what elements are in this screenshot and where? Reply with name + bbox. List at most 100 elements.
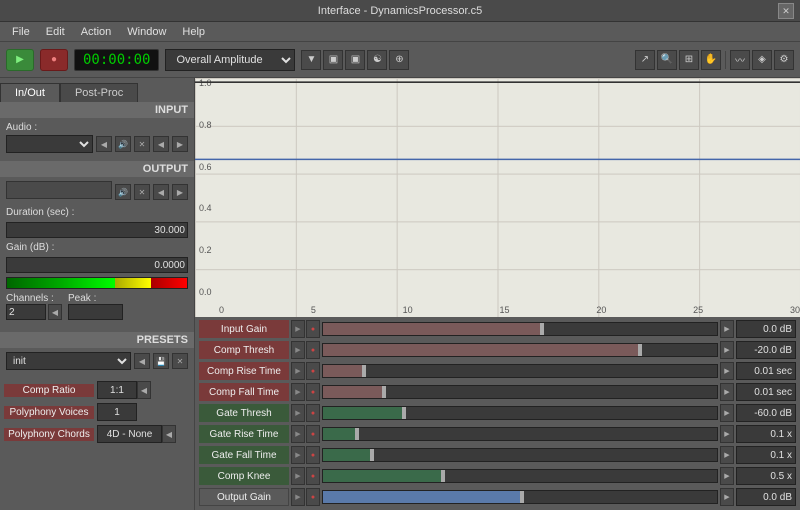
polyphony-voices-input[interactable] <box>97 403 137 421</box>
slider-play-2[interactable]: ▶ <box>291 362 305 380</box>
record-button[interactable]: ● <box>40 49 68 71</box>
slider-dot-7[interactable]: ● <box>306 467 320 485</box>
file-name-input[interactable] <box>6 181 112 199</box>
comp-ratio-input[interactable] <box>97 381 137 399</box>
toolbar-select-icon[interactable]: ↗ <box>635 50 655 70</box>
slider-btns-5: ▶ ● <box>291 425 320 443</box>
preset-down-arrow[interactable]: ◀ <box>134 353 150 369</box>
slider-thumb-2 <box>362 365 366 377</box>
slider-track-6[interactable] <box>322 448 718 462</box>
peak-input[interactable] <box>68 304 123 320</box>
waveform-area: 1.0 0.8 0.6 0.4 0.2 0.0 0 5 10 <box>195 78 800 317</box>
output-play-icon[interactable]: ◀ <box>153 184 169 200</box>
slider-row-5: Gate Rise Time ▶ ● ▶ 0.1 x <box>199 424 796 444</box>
waveform-svg <box>195 78 800 317</box>
preset-save-icon[interactable]: 💾 <box>153 353 169 369</box>
slider-dot-0[interactable]: ● <box>306 320 320 338</box>
audio-mute-icon[interactable]: ✕ <box>134 136 150 152</box>
channels-arrow[interactable]: ◀ <box>48 304 62 320</box>
comp-ratio-arrow[interactable]: ◀ <box>137 381 151 399</box>
toolbar-copy-icon[interactable]: ▣ <box>323 50 343 70</box>
slider-dot-4[interactable]: ● <box>306 404 320 422</box>
output-mute-icon[interactable]: ✕ <box>134 184 150 200</box>
slider-thumb-7 <box>441 470 445 482</box>
slider-right-btn-8[interactable]: ▶ <box>720 488 734 506</box>
menu-file[interactable]: File <box>4 25 38 39</box>
slider-dot-8[interactable]: ● <box>306 488 320 506</box>
slider-play-5[interactable]: ▶ <box>291 425 305 443</box>
slider-fill-3 <box>323 386 382 398</box>
polyphony-chords-input[interactable] <box>97 425 162 443</box>
preset-delete-icon[interactable]: ✕ <box>172 353 188 369</box>
polyphony-chords-arrow[interactable]: ◀ <box>162 425 176 443</box>
amplitude-dropdown[interactable]: Overall Amplitude Peak RMS <box>165 49 295 71</box>
slider-track-2[interactable] <box>322 364 718 378</box>
slider-play-8[interactable]: ▶ <box>291 488 305 506</box>
slider-right-btn-4[interactable]: ▶ <box>720 404 734 422</box>
audio-speaker-icon[interactable]: 🔊 <box>115 136 131 152</box>
toolbar-back-icon[interactable]: ▼ <box>301 50 321 70</box>
menu-edit[interactable]: Edit <box>38 25 73 39</box>
slider-right-btn-3[interactable]: ▶ <box>720 383 734 401</box>
toolbar-zoom2-icon[interactable]: ⊞ <box>679 50 699 70</box>
slider-track-5[interactable] <box>322 427 718 441</box>
slider-play-4[interactable]: ▶ <box>291 404 305 422</box>
slider-dot-2[interactable]: ● <box>306 362 320 380</box>
slider-track-3[interactable] <box>322 385 718 399</box>
menu-window[interactable]: Window <box>119 25 174 39</box>
slider-right-btn-6[interactable]: ▶ <box>720 446 734 464</box>
slider-play-1[interactable]: ▶ <box>291 341 305 359</box>
vu-green <box>7 278 115 288</box>
tab-inout[interactable]: In/Out <box>0 83 60 102</box>
slider-track-8[interactable] <box>322 490 718 504</box>
slider-dot-5[interactable]: ● <box>306 425 320 443</box>
slider-right-btn-7[interactable]: ▶ <box>720 467 734 485</box>
output-stop-icon[interactable]: ▶ <box>172 184 188 200</box>
slider-play-0[interactable]: ▶ <box>291 320 305 338</box>
play-button[interactable]: ▶ <box>6 49 34 71</box>
gain-input[interactable] <box>6 257 188 273</box>
tab-row: In/Out Post-Proc <box>0 78 194 102</box>
menu-action[interactable]: Action <box>73 25 120 39</box>
toolbar-link-icon[interactable]: ☯ <box>367 50 387 70</box>
toolbar-wave-icon[interactable]: 〰 <box>730 50 750 70</box>
slider-dot-6[interactable]: ● <box>306 446 320 464</box>
slider-track-0[interactable] <box>322 322 718 336</box>
slider-right-btn-1[interactable]: ▶ <box>720 341 734 359</box>
toolbar-paste-icon[interactable]: ▣ <box>345 50 365 70</box>
audio-dropdown[interactable] <box>6 135 93 153</box>
slider-track-1[interactable] <box>322 343 718 357</box>
slider-track-4[interactable] <box>322 406 718 420</box>
slider-dot-3[interactable]: ● <box>306 383 320 401</box>
slider-play-7[interactable]: ▶ <box>291 467 305 485</box>
slider-play-6[interactable]: ▶ <box>291 446 305 464</box>
slider-right-btn-2[interactable]: ▶ <box>720 362 734 380</box>
slider-track-7[interactable] <box>322 469 718 483</box>
slider-value-8: 0.0 dB <box>736 488 796 506</box>
duration-row: Duration (sec) : <box>6 207 188 218</box>
toolbar-grid-icon[interactable]: ◈ <box>752 50 772 70</box>
channels-input[interactable] <box>6 304 46 320</box>
duration-input[interactable] <box>6 222 188 238</box>
toolbar-pan-icon[interactable]: ✋ <box>701 50 721 70</box>
toolbar-target-icon[interactable]: ⊕ <box>389 50 409 70</box>
toolbar-zoom-icon[interactable]: 🔍 <box>657 50 677 70</box>
audio-play-icon[interactable]: ◀ <box>153 136 169 152</box>
menu-help[interactable]: Help <box>174 25 213 39</box>
slider-play-3[interactable]: ▶ <box>291 383 305 401</box>
slider-value-0: 0.0 dB <box>736 320 796 338</box>
output-speaker-icon[interactable]: 🔊 <box>115 184 131 200</box>
audio-stop-icon[interactable]: ▶ <box>172 136 188 152</box>
slider-right-btn-5[interactable]: ▶ <box>720 425 734 443</box>
timer-display: 00:00:00 <box>74 49 159 71</box>
toolbar-settings-icon[interactable]: ⚙ <box>774 50 794 70</box>
slider-right-btn-0[interactable]: ▶ <box>720 320 734 338</box>
preset-select[interactable]: init <box>6 352 131 370</box>
tab-postproc[interactable]: Post-Proc <box>60 83 138 102</box>
slider-row-7: Comp Knee ▶ ● ▶ 0.5 x <box>199 466 796 486</box>
peak-label: Peak : <box>68 293 123 304</box>
audio-down-arrow[interactable]: ◀ <box>96 136 112 152</box>
slider-dot-1[interactable]: ● <box>306 341 320 359</box>
polyphony-chords-row: Polyphony Chords ◀ <box>4 424 190 444</box>
close-button[interactable]: ✕ <box>778 3 794 19</box>
